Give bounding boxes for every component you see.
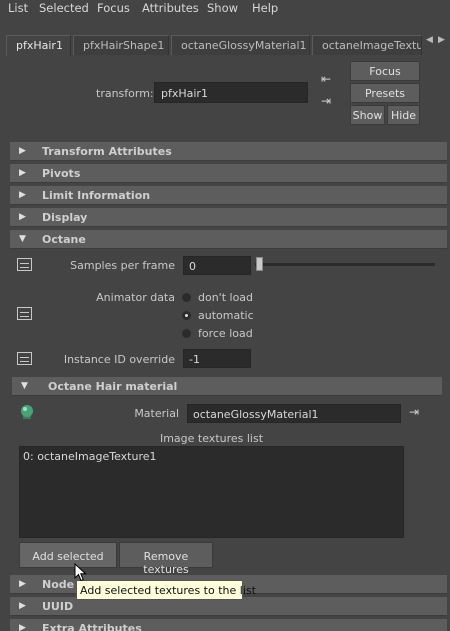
- instance-id-override-field[interactable]: -1: [183, 349, 251, 368]
- tab-octaneglossymaterial1[interactable]: octaneGlossyMaterial1: [171, 35, 310, 55]
- section-title: Octane Hair material: [48, 380, 178, 393]
- section-extra-attributes[interactable]: ▶ Extra Attributes: [10, 619, 447, 631]
- menu-selected[interactable]: Selected: [39, 1, 89, 15]
- tab-scroll-arrows: ◀ ▶: [423, 34, 450, 48]
- expand-arrow-icon: ▶: [19, 623, 26, 631]
- collapse-arrow-icon: ▼: [19, 234, 26, 244]
- mouse-cursor-icon: [74, 563, 87, 582]
- radio-automatic[interactable]: [182, 311, 191, 320]
- map-button-icon[interactable]: [17, 307, 32, 320]
- expand-arrow-icon: ▶: [19, 579, 26, 589]
- material-node-icon: [21, 405, 33, 419]
- tab-octaneimagetexture1[interactable]: octaneImageTexture1: [312, 35, 422, 55]
- tab-pfxhair1[interactable]: pfxHair1: [6, 35, 71, 56]
- section-limit-information[interactable]: ▶ Limit Information: [10, 186, 447, 205]
- image-textures-list-title: Image textures list: [159, 432, 264, 445]
- section-pivots[interactable]: ▶ Pivots: [10, 164, 447, 183]
- section-title: UUID: [42, 600, 74, 613]
- animator-data-label: Animator data: [96, 291, 175, 304]
- section-title: Transform Attributes: [42, 145, 172, 158]
- transform-name-field[interactable]: pfxHair1: [154, 82, 308, 103]
- expand-arrow-icon: ▶: [19, 146, 26, 156]
- expand-arrow-icon: ▶: [19, 601, 26, 611]
- collapse-arrow-icon: ▼: [21, 381, 28, 391]
- section-transform-attributes[interactable]: ▶ Transform Attributes: [10, 142, 447, 161]
- map-button-icon[interactable]: [17, 352, 32, 365]
- menu-focus[interactable]: Focus: [97, 1, 130, 15]
- section-title: Display: [42, 211, 88, 224]
- node-tab-bar: pfxHair1 pfxHairShape1 octaneGlossyMater…: [0, 30, 450, 56]
- menu-attributes[interactable]: Attributes: [142, 1, 199, 15]
- instance-id-override-label: Instance ID override: [63, 353, 175, 366]
- show-button[interactable]: Show: [350, 105, 385, 125]
- tab-scroll-right-icon[interactable]: ▶: [438, 35, 445, 45]
- expand-arrow-icon: ▶: [19, 212, 26, 222]
- material-label: Material: [134, 407, 179, 420]
- add-selected-button[interactable]: Add selected: [19, 542, 117, 568]
- transform-label: transform:: [96, 87, 154, 100]
- section-title: Limit Information: [42, 189, 151, 202]
- list-item[interactable]: 0: octaneImageTexture1: [23, 450, 157, 463]
- material-connection-icon[interactable]: ⇥: [409, 405, 427, 419]
- section-title: Pivots: [42, 167, 81, 180]
- section-title: Extra Attributes: [42, 622, 142, 631]
- section-title: Octane: [42, 233, 86, 246]
- radio-force-load[interactable]: [182, 329, 191, 338]
- hide-button[interactable]: Hide: [387, 105, 420, 125]
- menu-list[interactable]: List: [8, 1, 28, 15]
- radio-dont-load-label: don't load: [198, 291, 254, 304]
- expand-arrow-icon: ▶: [19, 190, 26, 200]
- section-octane-hair-material[interactable]: ▼ Octane Hair material: [12, 377, 442, 396]
- input-connection-icon[interactable]: ⇤: [321, 72, 339, 86]
- tab-scroll-left-icon[interactable]: ◀: [426, 35, 433, 45]
- menu-show[interactable]: Show: [207, 1, 238, 15]
- tab-pfxhairshape1[interactable]: pfxHairShape1: [73, 35, 169, 55]
- radio-dont-load[interactable]: [182, 293, 191, 302]
- image-textures-list[interactable]: 0: octaneImageTexture1: [19, 446, 404, 538]
- focus-button[interactable]: Focus: [350, 61, 420, 81]
- samples-slider-handle[interactable]: [256, 257, 263, 271]
- radio-force-load-label: force load: [198, 327, 253, 340]
- presets-button[interactable]: Presets: [350, 83, 420, 103]
- map-button-icon[interactable]: [17, 258, 32, 271]
- output-connection-icon[interactable]: ⇥: [321, 94, 339, 108]
- samples-per-frame-field[interactable]: 0: [183, 256, 251, 275]
- expand-arrow-icon: ▶: [19, 168, 26, 178]
- section-display[interactable]: ▶ Display: [10, 208, 447, 227]
- remove-textures-button[interactable]: Remove textures: [119, 542, 213, 576]
- samples-slider-track[interactable]: [255, 263, 435, 266]
- section-title: Node: [42, 578, 75, 591]
- menu-help[interactable]: Help: [252, 1, 278, 15]
- menu-bar: List Selected Focus Attributes Show Help: [0, 0, 450, 18]
- samples-per-frame-label: Samples per frame: [70, 259, 175, 272]
- material-field[interactable]: octaneGlossyMaterial1: [187, 404, 401, 423]
- section-octane[interactable]: ▼ Octane: [10, 230, 447, 249]
- tooltip: Add selected textures to the list: [76, 580, 256, 600]
- radio-automatic-label: automatic: [198, 309, 254, 322]
